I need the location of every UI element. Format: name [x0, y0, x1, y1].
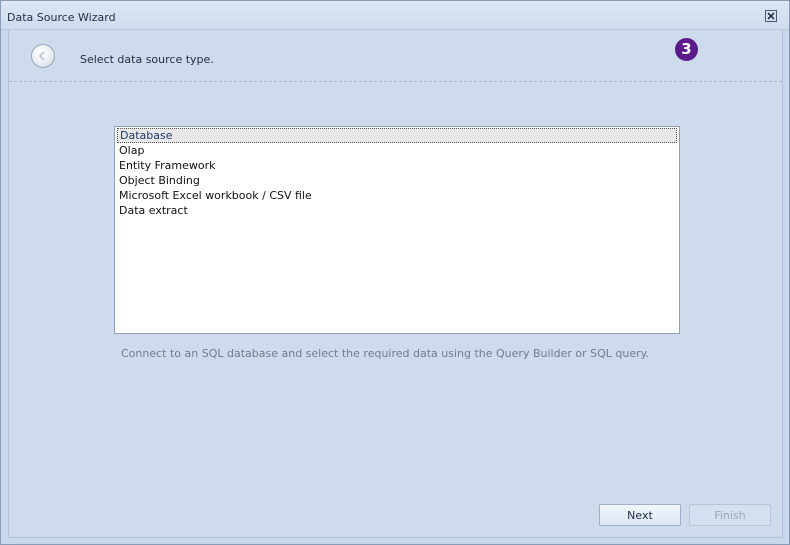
back-arrow-icon	[38, 51, 45, 61]
wizard-header: Select data source type. 3	[9, 30, 782, 82]
wizard-content: Select data source type. 3 Database Olap…	[8, 30, 783, 538]
list-item-data-extract[interactable]: Data extract	[117, 203, 677, 218]
data-source-type-list[interactable]: Database Olap Entity Framework Object Bi…	[114, 126, 680, 334]
list-item-excel-csv[interactable]: Microsoft Excel workbook / CSV file	[117, 188, 677, 203]
next-button[interactable]: Next	[599, 504, 681, 526]
window-title: Data Source Wizard	[7, 11, 116, 24]
step-badge: 3	[675, 38, 698, 61]
data-source-description: Connect to an SQL database and select th…	[121, 347, 650, 360]
close-icon[interactable]	[765, 10, 777, 22]
finish-button[interactable]: Finish	[689, 504, 771, 526]
list-item-database[interactable]: Database	[117, 128, 677, 143]
list-item-object-binding[interactable]: Object Binding	[117, 173, 677, 188]
list-item-entity-framework[interactable]: Entity Framework	[117, 158, 677, 173]
wizard-window: Data Source Wizard Select data source ty…	[0, 0, 790, 545]
title-bar: Data Source Wizard	[1, 1, 789, 30]
page-title: Select data source type.	[80, 53, 214, 66]
list-item-olap[interactable]: Olap	[117, 143, 677, 158]
back-button[interactable]	[31, 44, 55, 68]
